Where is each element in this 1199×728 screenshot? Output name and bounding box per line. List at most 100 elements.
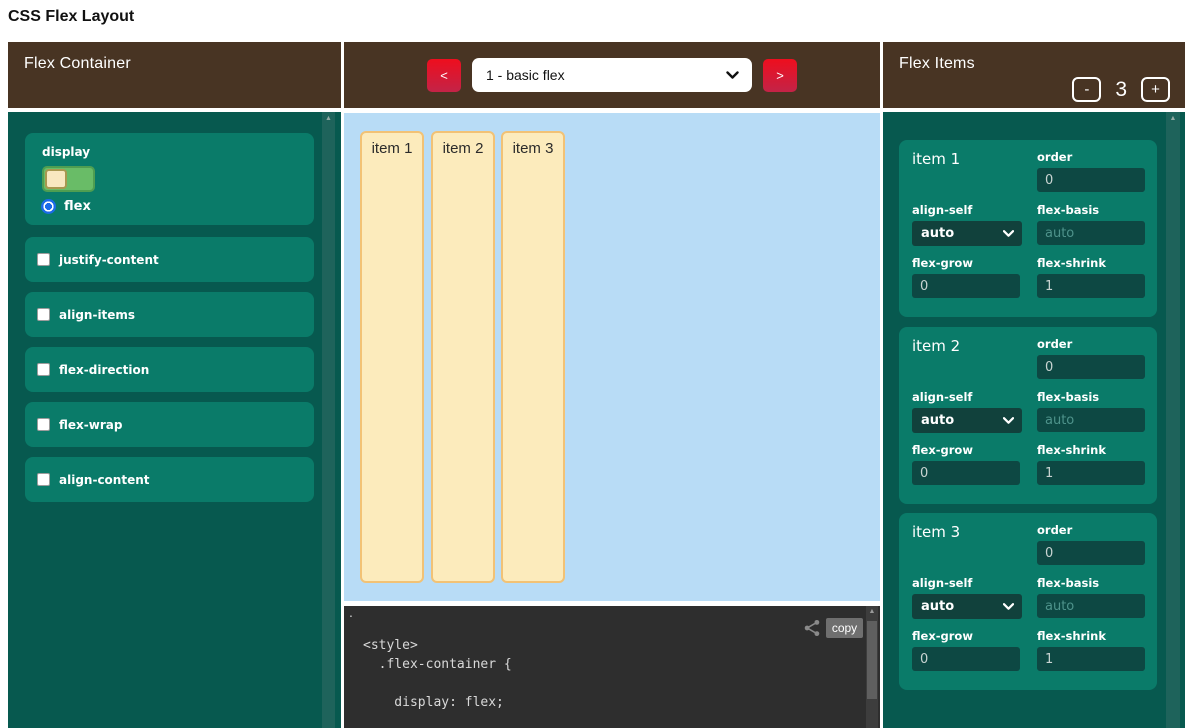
option-flex-direction[interactable]: flex-direction [25, 347, 314, 392]
prev-example-button[interactable]: < [427, 59, 461, 92]
code-stray-dot: . [349, 604, 353, 620]
justify-content-checkbox[interactable] [37, 253, 50, 266]
item-3-order-input[interactable] [1037, 541, 1145, 565]
align-self-value: auto [921, 599, 954, 614]
example-nav-header: < 1 - basic flex > [344, 42, 880, 108]
left-panel-scrollbar[interactable]: ▲ [322, 112, 335, 728]
item-1-name: item 1 [912, 150, 960, 168]
item-1-card: item 1 order align-self auto flex-basis … [899, 140, 1157, 317]
chevron-down-icon [726, 71, 739, 80]
option-align-items[interactable]: align-items [25, 292, 314, 337]
flex-container-body: display flex justify-content align-items… [8, 112, 341, 728]
flex-wrap-label: flex-wrap [59, 418, 122, 432]
align-self-label: align-self [912, 390, 1022, 404]
flex-items-panel: Flex Items - 3 + item 1 order align-self… [883, 42, 1185, 728]
flex-direction-label: flex-direction [59, 363, 149, 377]
flex-radio-label: flex [64, 199, 91, 214]
flex-shrink-label: flex-shrink [1037, 443, 1147, 457]
flex-shrink-label: flex-shrink [1037, 629, 1147, 643]
flex-preview-area: item 1 item 2 item 3 [344, 113, 880, 601]
item-2-align-self-select[interactable]: auto [912, 408, 1022, 433]
item-count-controls: - 3 + [1072, 77, 1170, 102]
item-2-name: item 2 [912, 337, 960, 355]
flex-items-title: Flex Items [899, 55, 975, 73]
align-self-label: align-self [912, 203, 1022, 217]
align-self-value: auto [921, 226, 954, 241]
option-flex-wrap[interactable]: flex-wrap [25, 402, 314, 447]
item-3-flex-grow-input[interactable] [912, 647, 1020, 671]
flex-grow-label: flex-grow [912, 443, 1022, 457]
item-3-flex-basis-input[interactable] [1037, 594, 1145, 618]
display-toggle[interactable] [42, 166, 95, 192]
align-self-label: align-self [912, 576, 1022, 590]
next-example-button[interactable]: > [763, 59, 797, 92]
item-2-card: item 2 order align-self auto flex-basis … [899, 327, 1157, 504]
right-panel-scrollbar[interactable]: ▲ [1166, 112, 1180, 728]
preview-item-2: item 2 [431, 131, 495, 583]
item-2-order-input[interactable] [1037, 355, 1145, 379]
item-1-flex-shrink-input[interactable] [1037, 274, 1145, 298]
item-2-flex-basis-input[interactable] [1037, 408, 1145, 432]
toggle-knob [45, 169, 67, 189]
example-select-value: 1 - basic flex [486, 67, 565, 83]
scroll-up-icon[interactable]: ▲ [866, 608, 878, 615]
example-select[interactable]: 1 - basic flex [472, 58, 752, 92]
align-items-label: align-items [59, 308, 135, 322]
order-label: order [1037, 523, 1147, 537]
flex-container-header: Flex Container [8, 42, 341, 108]
share-icon[interactable] [803, 619, 821, 637]
flex-basis-label: flex-basis [1037, 576, 1147, 590]
code-scrollbar[interactable]: ▲ [866, 606, 878, 728]
code-scroll-thumb[interactable] [867, 621, 877, 699]
justify-content-label: justify-content [59, 253, 159, 267]
item-2-flex-shrink-input[interactable] [1037, 461, 1145, 485]
add-item-button[interactable]: + [1141, 77, 1170, 102]
option-justify-content[interactable]: justify-content [25, 237, 314, 282]
scroll-up-icon[interactable]: ▲ [322, 115, 335, 123]
flex-radio[interactable] [41, 199, 56, 214]
code-panel: . copy <style> .flex-container { display… [344, 606, 880, 728]
option-align-content[interactable]: align-content [25, 457, 314, 502]
flex-basis-label: flex-basis [1037, 390, 1147, 404]
flex-wrap-checkbox[interactable] [37, 418, 50, 431]
item-2-flex-grow-input[interactable] [912, 461, 1020, 485]
align-content-label: align-content [59, 473, 150, 487]
scroll-up-icon[interactable]: ▲ [1166, 115, 1180, 123]
item-1-align-self-select[interactable]: auto [912, 221, 1022, 246]
flex-grow-label: flex-grow [912, 629, 1022, 643]
preview-item-3: item 3 [501, 131, 565, 583]
flex-items-body: item 1 order align-self auto flex-basis … [883, 112, 1185, 728]
preview-panel: < 1 - basic flex > item 1 item 2 item 3 … [344, 42, 880, 728]
generated-css-code: <style> .flex-container { display: flex; [363, 636, 512, 712]
display-card: display flex [25, 133, 314, 225]
item-3-name: item 3 [912, 523, 960, 541]
flex-direction-checkbox[interactable] [37, 363, 50, 376]
item-3-align-self-select[interactable]: auto [912, 594, 1022, 619]
item-count: 3 [1115, 78, 1127, 102]
chevron-down-icon [1003, 603, 1014, 611]
align-self-value: auto [921, 413, 954, 428]
flex-items-header: Flex Items - 3 + [883, 42, 1185, 108]
page-title: CSS Flex Layout [8, 8, 134, 26]
flex-shrink-label: flex-shrink [1037, 256, 1147, 270]
flex-container-title: Flex Container [24, 55, 131, 73]
order-label: order [1037, 150, 1147, 164]
item-1-flex-basis-input[interactable] [1037, 221, 1145, 245]
flex-radio-row: flex [41, 199, 91, 214]
example-nav: < 1 - basic flex > [344, 42, 880, 108]
remove-item-button[interactable]: - [1072, 77, 1101, 102]
item-1-order-input[interactable] [1037, 168, 1145, 192]
order-label: order [1037, 337, 1147, 351]
align-content-checkbox[interactable] [37, 473, 50, 486]
item-1-flex-grow-input[interactable] [912, 274, 1020, 298]
chevron-down-icon [1003, 417, 1014, 425]
flex-grow-label: flex-grow [912, 256, 1022, 270]
copy-button[interactable]: copy [826, 618, 863, 638]
item-3-flex-shrink-input[interactable] [1037, 647, 1145, 671]
flex-container-panel: Flex Container display flex justify-cont… [8, 42, 341, 728]
item-3-card: item 3 order align-self auto flex-basis … [899, 513, 1157, 690]
flex-basis-label: flex-basis [1037, 203, 1147, 217]
align-items-checkbox[interactable] [37, 308, 50, 321]
preview-item-1: item 1 [360, 131, 424, 583]
display-label: display [42, 145, 90, 159]
